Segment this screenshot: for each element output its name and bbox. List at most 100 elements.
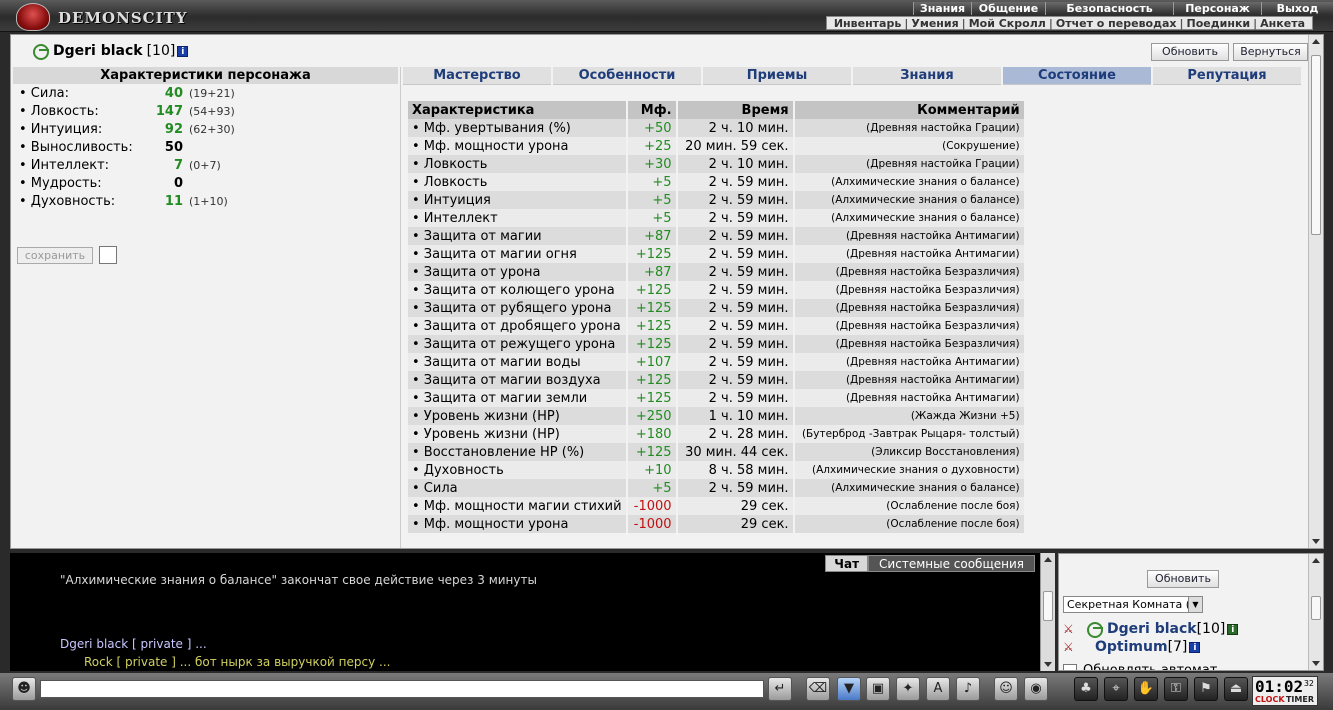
exit-door-icon[interactable]: ⏏ bbox=[1224, 677, 1248, 701]
character-level: [10] bbox=[146, 43, 176, 59]
table-row: • Интуиция +5 2 ч. 59 мин. (Алхимические зн… bbox=[408, 191, 1026, 209]
effect-mf: +5 bbox=[626, 191, 678, 209]
subnav-duels[interactable]: Поединки bbox=[1184, 17, 1254, 30]
header-mf: Мф. bbox=[626, 101, 678, 119]
table-row: • Защита от урона +87 2 ч. 59 мин. (Древняя… bbox=[408, 263, 1026, 281]
private-message-icon[interactable]: ⚔ bbox=[1063, 640, 1085, 654]
font-size-icon[interactable]: A bbox=[926, 677, 950, 701]
tab-knowledge[interactable]: Знания bbox=[853, 67, 1001, 85]
scroll-up-icon[interactable] bbox=[1312, 39, 1320, 44]
scroll-down-icon[interactable] bbox=[1312, 661, 1320, 666]
character-name[interactable]: Dgeri black bbox=[53, 43, 143, 59]
main-scrollbar[interactable] bbox=[1308, 35, 1323, 548]
table-row: • Защита от колющего урона +125 2 ч. 59 ми… bbox=[408, 281, 1026, 299]
info-icon[interactable]: i bbox=[1227, 623, 1239, 635]
camera-icon[interactable]: ◉ bbox=[1024, 677, 1048, 701]
lock-icon[interactable]: ⚿ bbox=[1164, 677, 1188, 701]
effect-comment: (Древняя настойка Безразличия) bbox=[793, 281, 1026, 299]
stat-row-strength: • Сила: 40 (19+21) bbox=[19, 85, 399, 103]
chat-input[interactable] bbox=[40, 680, 764, 698]
tab-techniques[interactable]: Приемы bbox=[703, 67, 851, 85]
effect-time: 2 ч. 59 мин. bbox=[676, 191, 795, 209]
timer-label[interactable]: TIMER bbox=[1286, 695, 1314, 704]
tab-system-messages[interactable]: Системные сообщения bbox=[868, 555, 1035, 572]
effect-time: 2 ч. 59 мин. bbox=[676, 335, 795, 353]
info-icon[interactable]: i bbox=[1189, 641, 1201, 653]
effect-time: 2 ч. 10 мин. bbox=[676, 155, 795, 173]
nav-security[interactable]: Безопасность bbox=[1045, 2, 1173, 15]
effect-name: • Мф. мощности магии стихий bbox=[408, 497, 628, 515]
chevron-down-icon[interactable]: ▼ bbox=[1188, 597, 1202, 612]
logo-emblem-icon bbox=[16, 3, 50, 31]
smiley-face-icon[interactable]: ☻ bbox=[12, 677, 36, 701]
subnav-my-scroll[interactable]: Мой Скролл bbox=[966, 17, 1049, 30]
clock-label[interactable]: CLOCK bbox=[1255, 695, 1285, 704]
scroll-down-icon[interactable] bbox=[1044, 662, 1052, 667]
save-checkbox[interactable] bbox=[99, 246, 117, 264]
chat-tabs: Чат Системные сообщения bbox=[825, 555, 1035, 572]
room-select[interactable]: Секретная Комната (2) ▼ bbox=[1063, 596, 1203, 613]
scroll-thumb[interactable] bbox=[1043, 591, 1053, 621]
effect-name: • Защита от дробящего урона bbox=[408, 317, 628, 335]
user-row[interactable]: ⚔ Optimum [7] i bbox=[1063, 638, 1201, 656]
user-row[interactable]: ⚔ Dgeri black [10] i bbox=[1063, 620, 1239, 638]
scroll-up-icon[interactable] bbox=[1044, 557, 1052, 562]
room-refresh-button[interactable]: Обновить bbox=[1147, 570, 1219, 588]
info-icon[interactable]: i bbox=[177, 45, 189, 57]
tab-mastery[interactable]: Мастерство bbox=[403, 67, 551, 85]
translit-icon[interactable]: ✦ bbox=[896, 677, 920, 701]
subnav-transfer-report[interactable]: Отчет о переводах bbox=[1053, 17, 1180, 30]
sound-icon[interactable]: ♪ bbox=[956, 677, 980, 701]
nav-communication[interactable]: Общение bbox=[971, 2, 1045, 15]
auto-refresh-checkbox[interactable] bbox=[1063, 664, 1077, 670]
tab-features[interactable]: Особенности bbox=[553, 67, 701, 85]
scroll-thumb[interactable] bbox=[1311, 596, 1321, 620]
save-button[interactable]: сохранить bbox=[17, 247, 93, 264]
refresh-button[interactable]: Обновить bbox=[1151, 43, 1229, 61]
effect-mf: +30 bbox=[626, 155, 678, 173]
room-scrollbar[interactable] bbox=[1308, 554, 1323, 670]
nav-knowledge[interactable]: Знания bbox=[913, 2, 971, 15]
effect-mf: +125 bbox=[626, 299, 678, 317]
nav-character[interactable]: Персонаж bbox=[1173, 2, 1261, 15]
top-bar: DEMONSCITY Знания Общение Безопасность П… bbox=[0, 0, 1333, 32]
nav-exit[interactable]: Выход bbox=[1261, 2, 1333, 15]
private-message-icon[interactable]: ⚔ bbox=[1063, 622, 1085, 636]
subnav-inventory[interactable]: Инвентарь bbox=[831, 17, 904, 30]
tab-chat[interactable]: Чат bbox=[825, 555, 869, 572]
effect-comment: (Древняя настойка Антимагии) bbox=[793, 245, 1026, 263]
bottle-icon[interactable]: ♣ bbox=[1074, 677, 1098, 701]
stat-row-intuition: • Интуиция: 92 (62+30) bbox=[19, 121, 399, 139]
tab-state[interactable]: Состояние bbox=[1003, 67, 1151, 85]
tab-reputation[interactable]: Репутация bbox=[1153, 67, 1301, 85]
hands-icon[interactable]: ✋ bbox=[1134, 677, 1158, 701]
character-header: Dgeri black [10] i bbox=[31, 43, 189, 60]
effect-time: 2 ч. 59 мин. bbox=[676, 263, 795, 281]
subnav-skills[interactable]: Умения bbox=[908, 17, 961, 30]
chat-scrollbar[interactable] bbox=[1040, 553, 1055, 671]
table-row: • Защита от магии земли +125 2 ч. 59 мин.(… bbox=[408, 389, 1026, 407]
back-button[interactable]: Вернуться bbox=[1233, 43, 1308, 61]
save-log-icon[interactable]: ▣ bbox=[866, 677, 890, 701]
chat-panel: Чат Системные сообщения "Алхимические зн… bbox=[10, 553, 1055, 671]
scroll-up-icon[interactable] bbox=[1312, 558, 1320, 563]
effect-mf: +87 bbox=[626, 263, 678, 281]
send-icon[interactable]: ↵ bbox=[768, 677, 792, 701]
effect-mf: +125 bbox=[626, 443, 678, 461]
stats-title: Характеристики персонажа bbox=[13, 67, 398, 84]
smile-icon[interactable]: ☺ bbox=[994, 677, 1018, 701]
scroll-down-icon[interactable] bbox=[1312, 539, 1320, 544]
effect-time: 20 мин. 59 сек. bbox=[676, 137, 795, 155]
scroll-thumb[interactable] bbox=[1311, 55, 1321, 235]
clan-icon bbox=[31, 44, 51, 60]
stat-extra: (19+21) bbox=[189, 87, 235, 100]
subnav-profile[interactable]: Анкета bbox=[1257, 17, 1308, 30]
effect-time: 2 ч. 10 мин. bbox=[676, 119, 795, 137]
filter-icon[interactable]: ▼ bbox=[837, 677, 861, 701]
flag-icon[interactable]: ⚑ bbox=[1194, 677, 1218, 701]
user-name[interactable]: Optimum bbox=[1095, 639, 1168, 655]
table-row: • Мф. мощности урона +25 20 мин. 59 сек. (С… bbox=[408, 137, 1026, 155]
map-icon[interactable]: ⌖ bbox=[1104, 677, 1128, 701]
eraser-icon[interactable]: ⌫ bbox=[806, 677, 830, 701]
user-name[interactable]: Dgeri black bbox=[1107, 621, 1197, 637]
